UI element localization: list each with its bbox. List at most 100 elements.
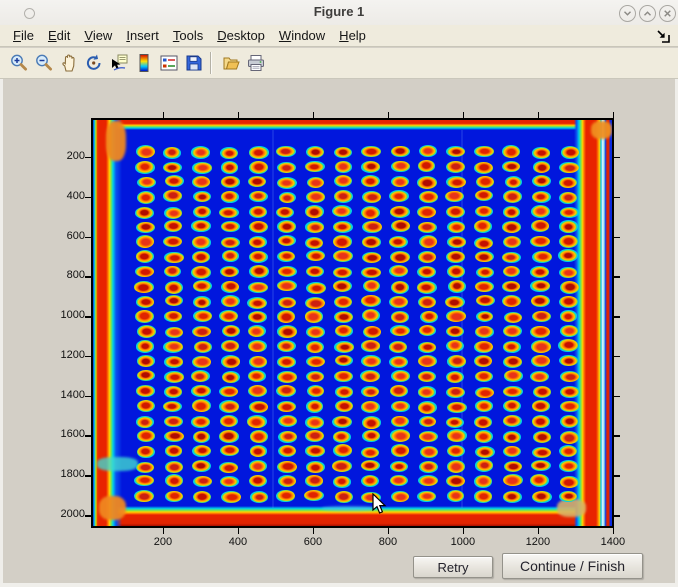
array-spot [165, 445, 183, 457]
print-icon [246, 53, 266, 73]
array-spot [419, 235, 437, 247]
x-tick [538, 528, 540, 534]
array-spot [475, 387, 494, 398]
plot-axes[interactable] [91, 118, 614, 528]
array-spot [417, 176, 437, 189]
menu-insert[interactable]: Insert [119, 26, 166, 45]
array-spot [137, 400, 156, 413]
minimize-button[interactable] [619, 5, 636, 22]
y-tick-right [614, 356, 620, 358]
array-spot [221, 295, 239, 307]
menu-desktop[interactable]: Desktop [210, 26, 272, 45]
menu-view[interactable]: View [77, 26, 119, 45]
dock-figure-arrow-icon[interactable] [656, 29, 670, 43]
array-spot [474, 490, 493, 502]
array-spot [248, 176, 266, 188]
array-spot [221, 355, 240, 367]
array-spot [333, 267, 352, 278]
array-spot [418, 355, 437, 367]
array-spot [164, 252, 183, 264]
pan-button[interactable] [56, 50, 81, 76]
titlebar[interactable]: Figure 1 [0, 0, 678, 26]
continue-finish-button[interactable]: Continue / Finish [502, 553, 643, 579]
close-button[interactable] [659, 5, 676, 22]
y-tick-right [614, 515, 620, 517]
array-spot [531, 220, 549, 232]
toolbar [0, 48, 678, 79]
array-spot [418, 251, 436, 263]
array-spot [335, 355, 353, 366]
array-spot [475, 281, 494, 292]
array-spot [474, 475, 492, 487]
array-spot [560, 207, 580, 218]
array-spot [447, 236, 466, 247]
array-spot [362, 191, 380, 203]
toolbar-separator [210, 52, 212, 74]
array-spot [361, 295, 381, 307]
menubar: FileEditViewInsertToolsDesktopWindowHelp [0, 25, 678, 47]
retry-button[interactable]: Retry [413, 556, 493, 578]
menu-edit[interactable]: Edit [41, 26, 77, 45]
array-spot [390, 475, 408, 487]
array-spot [278, 266, 298, 277]
scan-edge-top [93, 120, 612, 130]
scan-image[interactable] [93, 120, 612, 526]
y-tick-right [614, 316, 620, 318]
menu-file[interactable]: File [6, 26, 41, 45]
rotate-3d-button[interactable] [81, 50, 106, 76]
array-spot [163, 401, 182, 412]
legend-button[interactable] [156, 50, 181, 76]
array-spot [474, 237, 493, 249]
rotate-3d-icon [84, 53, 104, 73]
maximize-button[interactable] [639, 5, 656, 22]
y-tick-label: 600 [45, 230, 85, 242]
array-spot [361, 460, 380, 471]
array-spot [560, 431, 579, 444]
data-cursor-button[interactable] [106, 50, 131, 76]
array-spot [560, 325, 578, 336]
array-spot [136, 296, 154, 308]
menu-window[interactable]: Window [272, 26, 332, 45]
zoom-in-button[interactable] [6, 50, 31, 76]
array-spot [334, 147, 352, 158]
array-spot [163, 341, 183, 353]
array-spot [305, 430, 324, 442]
save-icon [184, 53, 204, 73]
array-spot [361, 267, 381, 279]
array-spot [389, 190, 409, 202]
zoom-in-icon [9, 53, 29, 73]
array-spot [250, 445, 268, 456]
menu-help[interactable]: Help [332, 26, 373, 45]
array-spot [504, 461, 522, 472]
array-spot [559, 296, 578, 308]
array-spot [334, 175, 352, 187]
array-spot [418, 222, 437, 234]
y-tick-right [614, 435, 620, 437]
array-spot [335, 325, 353, 337]
array-spot [360, 370, 380, 382]
print-button[interactable] [243, 50, 268, 76]
window-controls [619, 5, 676, 22]
colorbar-button[interactable] [131, 50, 156, 76]
array-spot [332, 205, 351, 217]
array-spot [446, 176, 465, 188]
menu-tools[interactable]: Tools [166, 26, 210, 45]
array-spot [532, 447, 551, 459]
array-spot [192, 356, 210, 369]
array-spot [504, 370, 523, 381]
array-spot [389, 236, 408, 248]
array-spot [505, 176, 523, 188]
array-spot [221, 281, 239, 293]
array-spot [417, 206, 436, 218]
array-spot [560, 310, 578, 321]
array-spot [391, 311, 409, 322]
array-spot [389, 341, 407, 353]
open-button[interactable] [218, 50, 243, 76]
save-button[interactable] [181, 50, 206, 76]
array-spot [474, 341, 492, 353]
array-spot [389, 265, 408, 277]
zoom-out-button[interactable] [31, 50, 56, 76]
array-spot [502, 221, 521, 233]
array-spot [334, 296, 352, 308]
array-spot [305, 475, 324, 487]
